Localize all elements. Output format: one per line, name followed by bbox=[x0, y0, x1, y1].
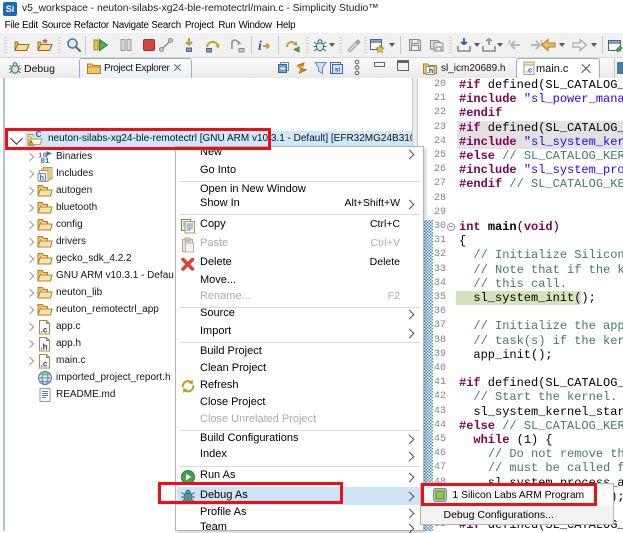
svg-text:.c: .c bbox=[41, 359, 48, 368]
svg-text:si: si bbox=[335, 67, 341, 74]
svg-text:01: 01 bbox=[41, 158, 51, 166]
svg-text:.h: .h bbox=[427, 68, 433, 75]
svg-text:i: i bbox=[258, 39, 262, 53]
svg-text:.c: .c bbox=[41, 325, 48, 334]
svg-text:.c: .c bbox=[526, 66, 532, 75]
svg-text:.h: .h bbox=[40, 342, 47, 351]
svg-text:h: h bbox=[40, 172, 45, 181]
